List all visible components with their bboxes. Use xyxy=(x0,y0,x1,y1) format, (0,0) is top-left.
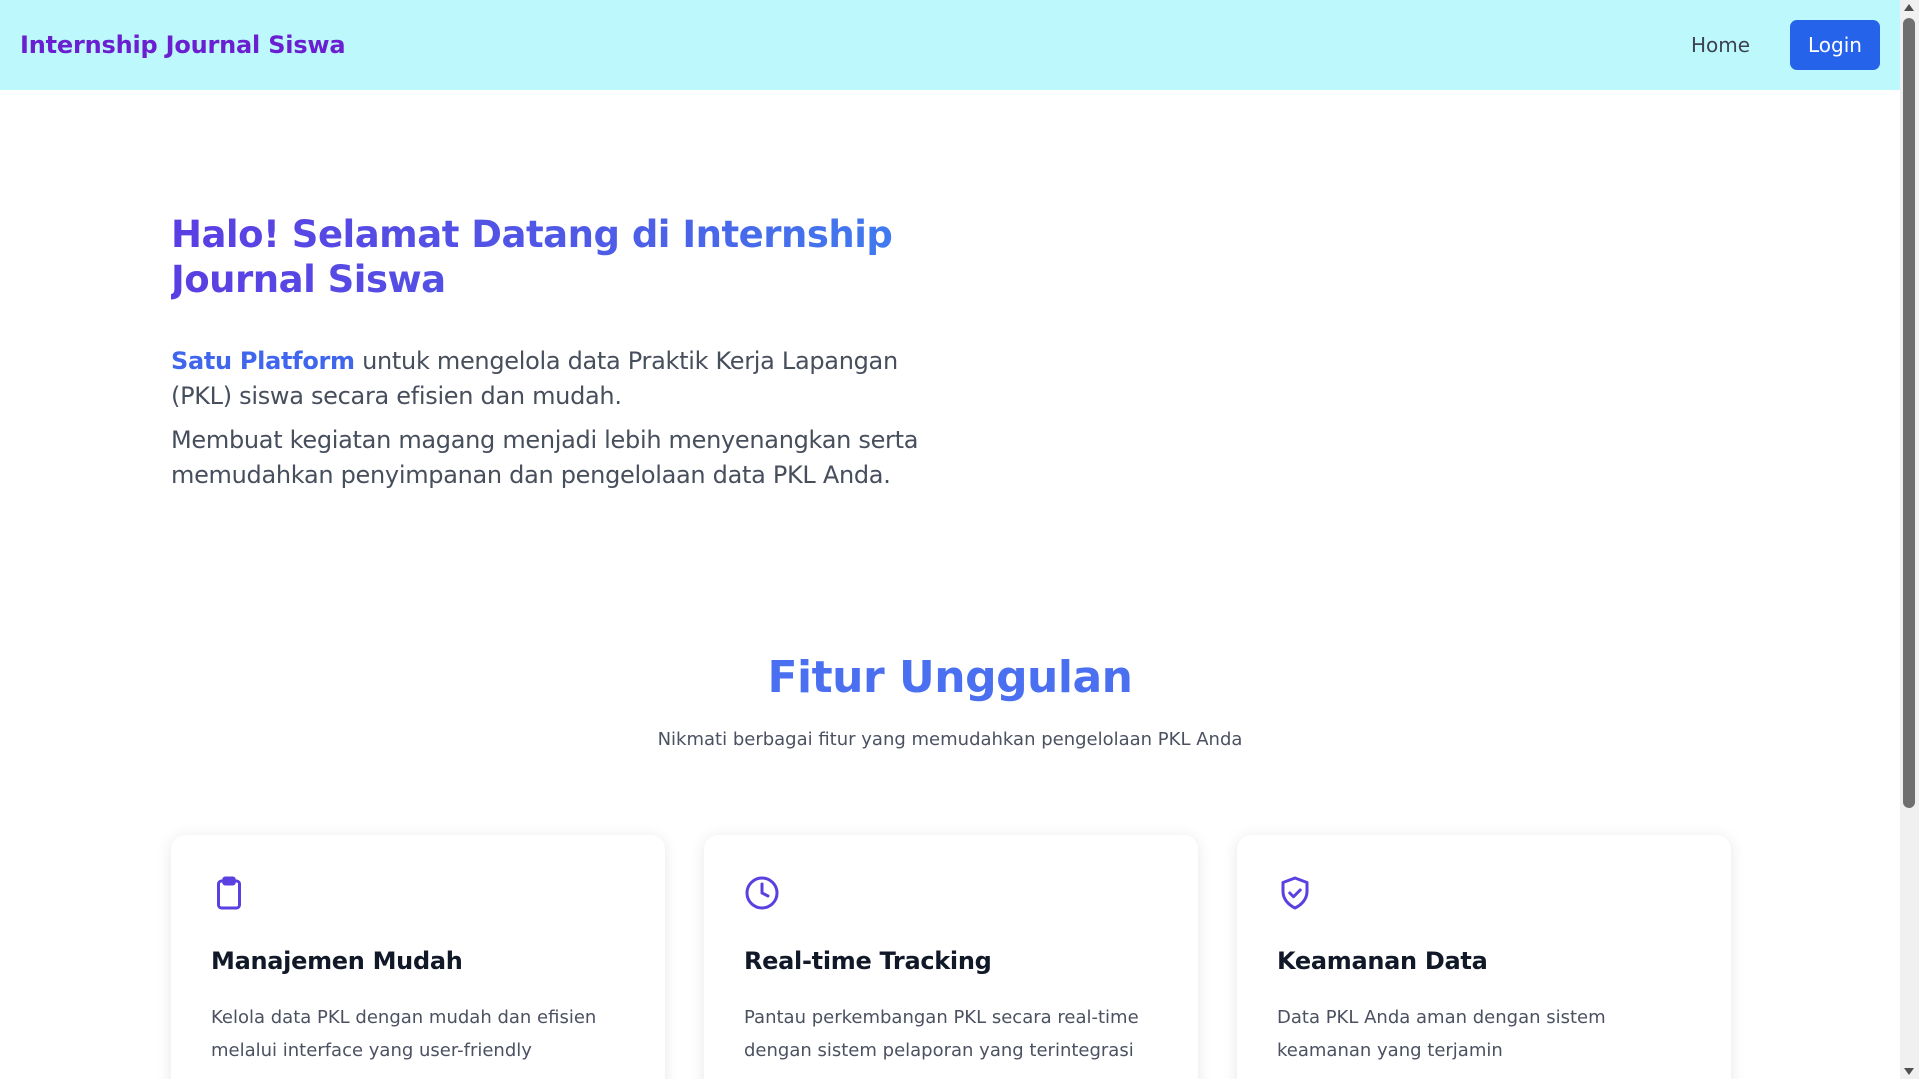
hero-paragraph-2: Membuat kegiatan magang menjadi lebih me… xyxy=(171,426,919,489)
feature-card-management: Manajemen Mudah Kelola data PKL dengan m… xyxy=(171,835,665,1079)
features-title: Fitur Unggulan xyxy=(767,652,1133,703)
scroll-down-arrow-icon[interactable] xyxy=(1904,1068,1914,1075)
scrollbar-thumb[interactable] xyxy=(1903,18,1915,808)
hero-title: Halo! Selamat Datang di Internship Journ… xyxy=(171,212,931,302)
clock-icon xyxy=(744,875,780,911)
feature-card-description: Pantau perkembangan PKL secara real-time… xyxy=(744,1007,1139,1061)
feature-card-title: Manajemen Mudah xyxy=(211,947,463,975)
feature-card-description: Data PKL Anda aman dengan sistem keamana… xyxy=(1277,1007,1606,1061)
navbar: Internship Journal Siswa Home Login xyxy=(0,0,1900,90)
hero-highlight: Satu Platform xyxy=(171,347,355,375)
vertical-scrollbar[interactable] xyxy=(1900,0,1919,1079)
feature-card-tracking: Real-time Tracking Pantau perkembangan P… xyxy=(704,835,1198,1079)
shield-check-icon xyxy=(1277,875,1313,911)
clipboard-icon xyxy=(211,875,247,911)
feature-card-title: Real-time Tracking xyxy=(744,947,992,975)
brand-logo-text[interactable]: Internship Journal Siswa xyxy=(20,31,346,59)
features-subtitle: Nikmati berbagai fitur yang memudahkan p… xyxy=(657,729,1243,750)
feature-card-security: Keamanan Data Data PKL Anda aman dengan … xyxy=(1237,835,1731,1079)
nav-home-link[interactable]: Home xyxy=(1691,33,1750,57)
feature-card-description: Kelola data PKL dengan mudah dan efisien… xyxy=(211,1007,597,1061)
feature-card-title: Keamanan Data xyxy=(1277,947,1488,975)
browser-viewport: Internship Journal Siswa Home Login Halo… xyxy=(0,0,1919,1079)
hero-paragraph-1: Satu Platform untuk mengelola data Prakt… xyxy=(171,344,931,414)
page: Internship Journal Siswa Home Login Halo… xyxy=(0,0,1900,1079)
hero-section: Halo! Selamat Datang di Internship Journ… xyxy=(171,212,931,493)
login-button[interactable]: Login xyxy=(1790,20,1880,70)
nav-right: Home Login xyxy=(1691,20,1880,70)
scroll-up-arrow-icon[interactable] xyxy=(1904,4,1914,11)
